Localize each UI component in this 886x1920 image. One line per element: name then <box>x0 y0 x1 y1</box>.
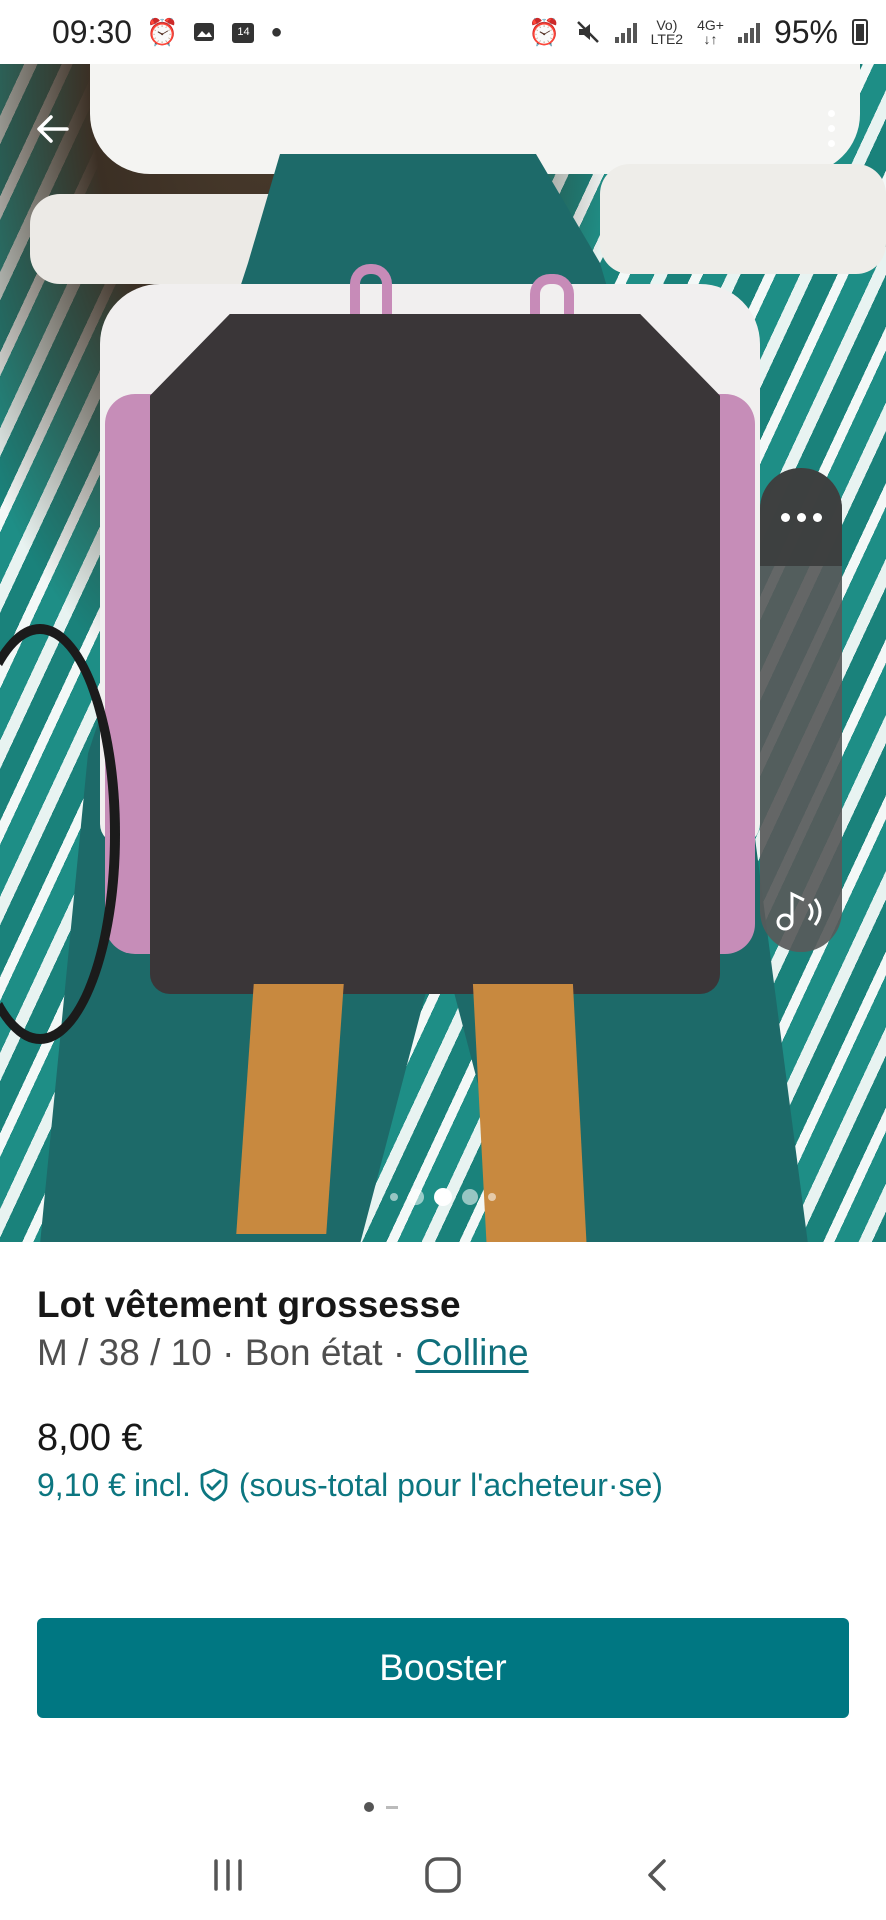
carousel-indicator <box>0 1188 886 1206</box>
calendar-icon: 14 <box>230 19 256 45</box>
volume-panel-more-button[interactable] <box>760 468 842 566</box>
battery-percent: 95% <box>773 13 838 50</box>
notification-dot-icon: ● <box>270 20 283 43</box>
battery-icon <box>852 19 868 45</box>
signal-icon <box>737 21 760 43</box>
listing-size: M / 38 / 10 <box>37 1332 212 1373</box>
bottom-sheet-hint <box>364 1802 398 1812</box>
status-bar: 09:30 ⏰ 14 ● ⏰ Vo) LTE2 4G+ ↓↑ 95% <box>0 0 886 64</box>
photo-garment <box>150 314 720 994</box>
back-button[interactable] <box>28 104 78 154</box>
buyer-total-price[interactable]: 9,10 € incl. (sous-total pour l'acheteur… <box>37 1462 849 1508</box>
calendar-day: 14 <box>237 26 250 38</box>
total-price-value: 9,10 € <box>37 1467 126 1503</box>
status-right: ⏰ Vo) LTE2 4G+ ↓↑ 95% <box>528 14 868 51</box>
status-time: 09:30 <box>52 13 133 50</box>
booster-button[interactable]: Booster <box>37 1618 849 1718</box>
carousel-dot[interactable] <box>408 1189 424 1205</box>
incl-label: incl. <box>133 1467 191 1503</box>
arrow-left-icon <box>37 115 69 143</box>
brand-link[interactable]: Colline <box>415 1332 528 1373</box>
home-icon <box>425 1857 461 1893</box>
data-indicator: 4G+ ↓↑ <box>697 17 724 47</box>
music-note-sound-icon <box>776 891 822 931</box>
system-back-button[interactable] <box>628 1845 688 1905</box>
signal-icon <box>614 21 637 43</box>
gallery-icon <box>192 20 216 44</box>
product-photo-carousel[interactable] <box>0 64 886 1242</box>
listing-attributes: M / 38 / 10 · Bon état · Colline <box>37 1328 849 1378</box>
status-left: 09:30 ⏰ 14 ● <box>52 14 283 51</box>
listing-title: Lot vêtement grossesse <box>37 1284 461 1325</box>
listing-price: 8,00 € <box>37 1417 143 1459</box>
system-navigation-bar <box>0 1830 886 1920</box>
sound-mode-button[interactable] <box>760 886 842 934</box>
alarm-icon: ⏰ <box>528 16 561 47</box>
listing-details: Lot vêtement grossesse M / 38 / 10 · Bon… <box>37 1242 849 1508</box>
alarm-icon: ⏰ <box>146 16 179 47</box>
mute-icon <box>575 19 601 45</box>
volte-indicator: Vo) LTE2 <box>651 18 683 46</box>
separator: · <box>211 1332 245 1373</box>
buyer-subtotal-note: (sous-total pour l'acheteur·se) <box>238 1467 663 1503</box>
recents-button[interactable] <box>198 1845 258 1905</box>
carousel-dot[interactable] <box>462 1189 478 1205</box>
carousel-dot[interactable] <box>488 1193 496 1201</box>
home-button[interactable] <box>413 1845 473 1905</box>
volte-bottom: LTE2 <box>650 31 684 47</box>
more-options-button[interactable] <box>816 98 846 158</box>
carousel-dot[interactable] <box>390 1193 398 1201</box>
data-type: 4G+ <box>697 17 724 33</box>
chevron-left-icon <box>648 1859 667 1891</box>
volume-panel[interactable] <box>760 468 842 952</box>
photo-background <box>600 164 886 274</box>
listing-condition: Bon état <box>244 1332 383 1373</box>
more-horizontal-icon <box>780 512 790 522</box>
recents-icon <box>213 1859 242 1891</box>
separator: · <box>382 1332 416 1373</box>
shield-check-icon <box>199 1468 231 1502</box>
more-vertical-icon <box>827 109 835 117</box>
carousel-dot-active[interactable] <box>434 1188 452 1206</box>
